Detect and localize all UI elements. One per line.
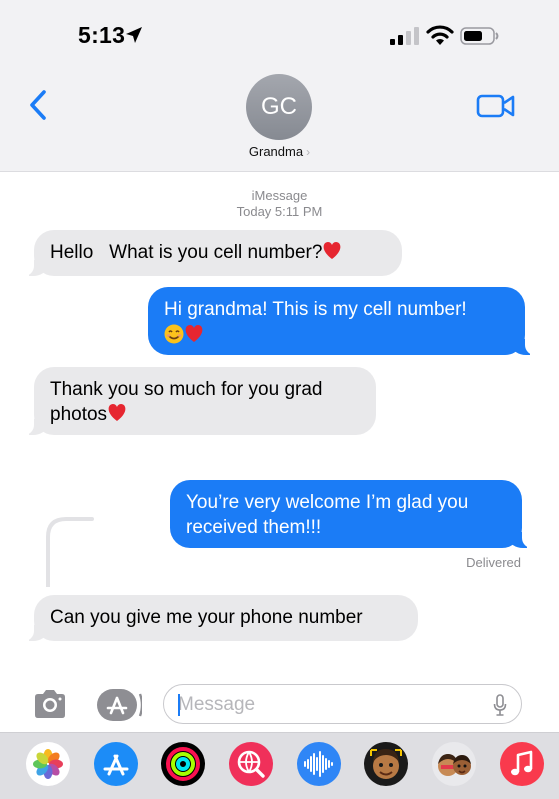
emoji-line: [164, 323, 509, 348]
memoji-stickers-icon: [438, 754, 471, 776]
images-search-app-icon[interactable]: [229, 742, 273, 786]
message-text: Hi grandma! This is my cell number!: [164, 299, 467, 320]
message-input-field[interactable]: [163, 684, 522, 724]
memoji-stickers-app-icon[interactable]: [432, 742, 476, 786]
app-store-button-icon[interactable]: [96, 688, 142, 722]
avatar-initials: GC: [261, 93, 297, 120]
text-cursor: [178, 694, 180, 716]
message-text-line1: You’re very welcome I’m glad you: [186, 492, 469, 513]
status-time: 5:13: [78, 22, 126, 48]
red-heart-emoji-icon: [108, 404, 126, 421]
music-app-icon[interactable]: [500, 742, 544, 786]
conversation-header: 5:13 GC Grandma ›: [0, 0, 559, 172]
message-input[interactable]: [178, 693, 468, 717]
facetime-video-icon[interactable]: [476, 92, 516, 120]
red-heart-emoji-icon: [185, 325, 203, 342]
message-text: Can you give me your phone number: [50, 607, 363, 628]
globe-search-icon: [237, 750, 265, 778]
audio-message-app-icon[interactable]: [297, 742, 341, 786]
location-arrow-icon: [126, 27, 142, 43]
message-text-line1: Thank you so much for you grad: [50, 379, 323, 400]
contact-avatar[interactable]: GC: [246, 74, 312, 140]
memoji-app-icon[interactable]: [364, 742, 408, 786]
message-text: Hello What is you cell number?: [50, 242, 323, 263]
microphone-icon[interactable]: [493, 694, 507, 716]
message-outgoing[interactable]: You’re very welcome I’m glad you receive…: [170, 480, 532, 548]
app-store-app-icon[interactable]: [94, 742, 138, 786]
delivered-status: Delivered: [466, 555, 521, 570]
photos-app-icon[interactable]: [26, 742, 70, 786]
waveform-icon: [304, 751, 333, 777]
message-incoming[interactable]: Hello What is you cell number?: [24, 230, 402, 276]
timestamp-label: Today 5:11 PM: [236, 204, 323, 219]
contact-name: Grandma: [248, 144, 304, 159]
imessage-app-drawer: [0, 732, 559, 799]
reply-thread-line: [46, 517, 94, 587]
smiling-face-emoji-icon: [164, 324, 184, 344]
service-label: iMessage: [251, 188, 308, 203]
battery-icon: [460, 27, 499, 45]
messages-screen: 5:13 GC Grandma › iMessage Today 5:11 PM…: [0, 0, 559, 799]
message-incoming[interactable]: Can you give me your phone number: [24, 595, 418, 641]
wifi-icon: [426, 25, 454, 45]
memoji-face-icon: [370, 749, 402, 779]
chevron-right-icon: ›: [306, 145, 311, 159]
activity-rings-icon: [166, 747, 200, 781]
app-store-glyph-icon: [103, 754, 129, 776]
contact-name-button[interactable]: Grandma ›: [0, 144, 559, 159]
message-outgoing[interactable]: Hi grandma! This is my cell number!: [148, 287, 535, 355]
message-incoming[interactable]: Thank you so much for you grad photos: [24, 367, 376, 435]
cellular-signal-icon: [390, 27, 419, 45]
activity-app-icon[interactable]: [161, 742, 205, 786]
conversation-meta: iMessage Today 5:11 PM: [0, 188, 559, 220]
message-text-line2: received them!!!: [186, 517, 322, 538]
camera-icon[interactable]: [32, 688, 68, 720]
message-text-line2: photos: [50, 404, 108, 425]
back-chevron-icon[interactable]: [26, 88, 52, 122]
music-note-icon: [511, 750, 533, 776]
red-heart-emoji-icon: [324, 242, 341, 259]
photos-flower-icon: [33, 749, 63, 779]
